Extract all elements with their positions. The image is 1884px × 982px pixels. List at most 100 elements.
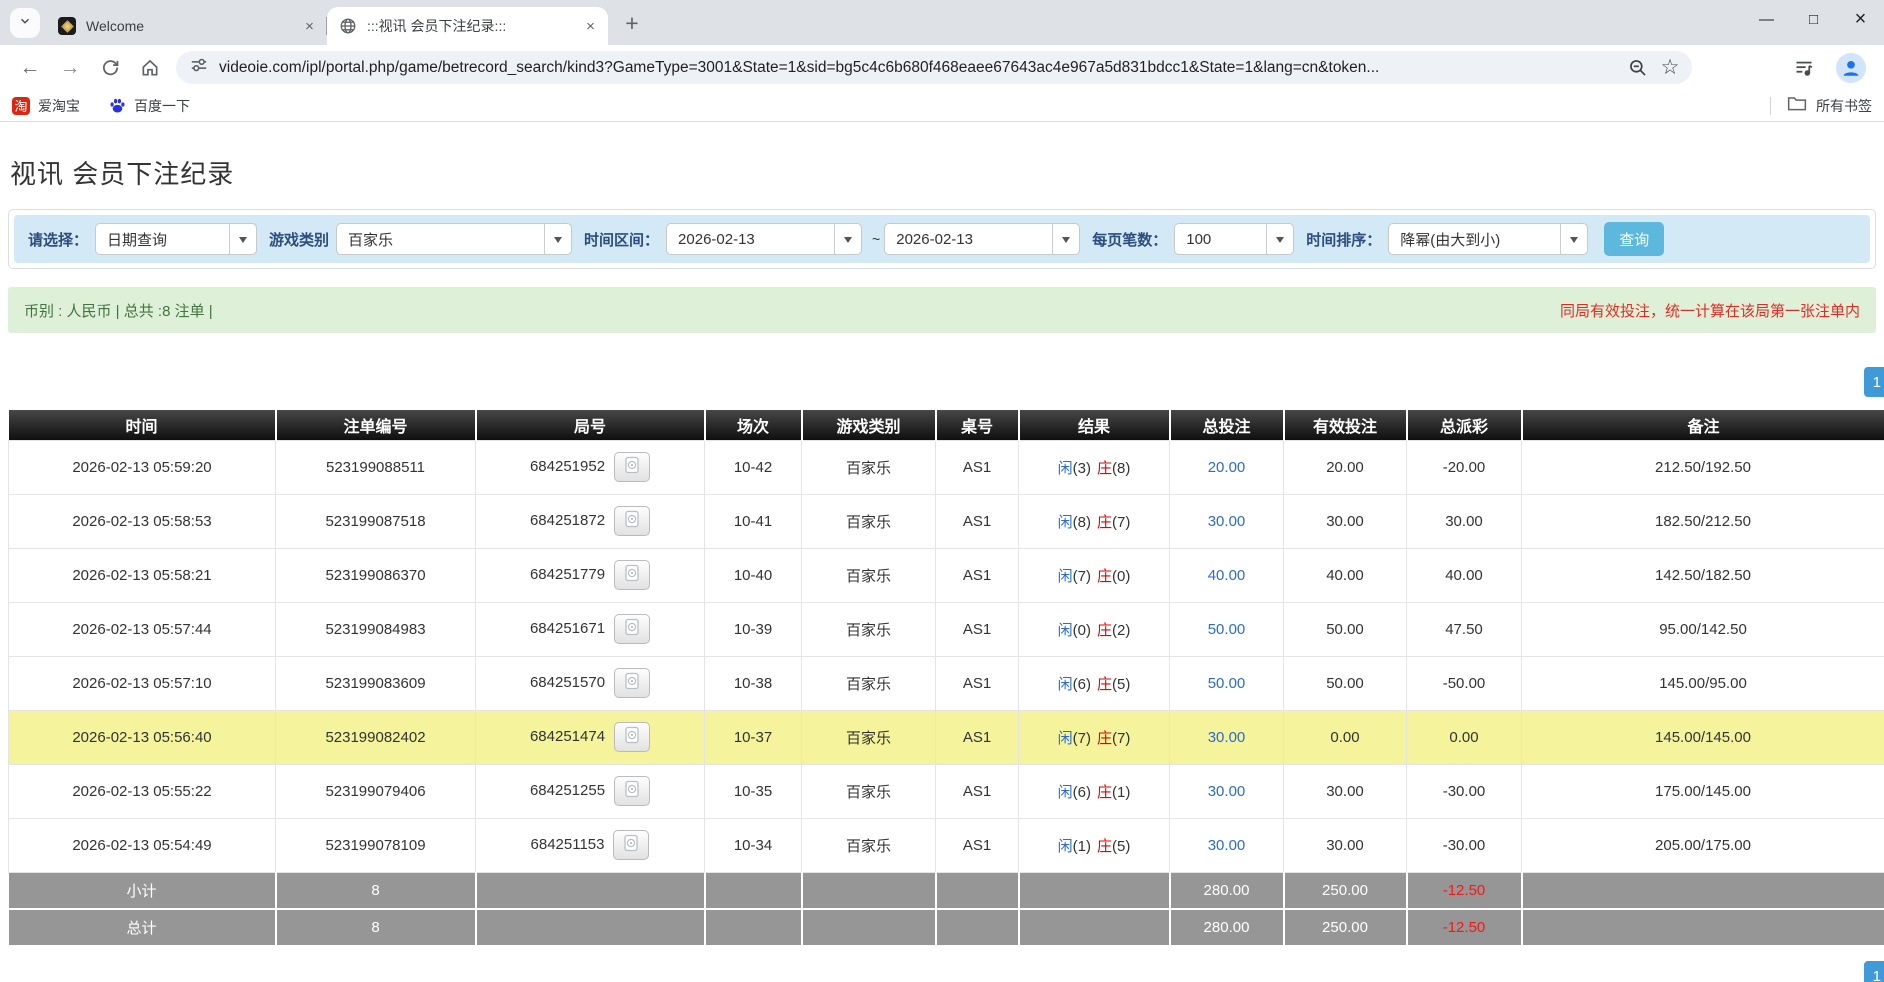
bookmark-star-icon[interactable]: ☆ — [1654, 53, 1686, 83]
tab-close-icon[interactable]: × — [300, 17, 319, 36]
footer-count-cell: 8 — [276, 909, 476, 946]
page-number-button[interactable]: 1 — [1864, 367, 1884, 397]
bet-id-cell: 523199083609 — [276, 656, 476, 710]
result-cell: 闲(3)庄(8) — [1019, 440, 1170, 494]
tab-betrecord[interactable]: :::视讯 会员下注纪录::: × — [327, 7, 608, 45]
total-bet-link[interactable]: 50.00 — [1208, 621, 1246, 638]
result-score: (5) — [1112, 838, 1130, 855]
total-bet-link[interactable]: 50.00 — [1208, 675, 1246, 692]
search-button[interactable]: 查询 — [1604, 222, 1664, 256]
page-size-label: 每页笔数： — [1092, 229, 1167, 250]
banker-result: 庄 — [1097, 568, 1112, 585]
round-cell: 684251474 — [476, 710, 705, 764]
table-no-cell: AS1 — [936, 710, 1019, 764]
result-cell: 闲(7)庄(0) — [1019, 548, 1170, 602]
video-replay-button[interactable] — [614, 722, 650, 752]
player-result: 闲 — [1058, 460, 1073, 477]
total-bet-link[interactable]: 30.00 — [1208, 513, 1246, 530]
all-bookmarks-label[interactable]: 所有书签 — [1816, 96, 1872, 116]
total-bet-link[interactable]: 40.00 — [1208, 567, 1246, 584]
remark-cell: 182.50/212.50 — [1522, 494, 1884, 548]
table-row: 2026-02-13 05:57:10523199083609684251570… — [9, 656, 1884, 710]
payout-cell: 40.00 — [1407, 548, 1522, 602]
new-tab-button[interactable]: + — [616, 7, 648, 39]
taobao-icon: 淘 — [12, 97, 30, 115]
table-no-cell: AS1 — [936, 548, 1019, 602]
table-row: 2026-02-13 05:58:21523199086370684251779… — [9, 548, 1884, 602]
date-from-picker[interactable]: 2026-02-13 — [666, 223, 862, 255]
forward-button[interactable]: → — [52, 50, 88, 86]
page-number-button[interactable]: 1 — [1864, 961, 1884, 982]
video-replay-button[interactable] — [614, 614, 650, 644]
col-header-payout: 总派彩 — [1407, 410, 1522, 440]
bookmark-aitaobao[interactable]: 淘 爱淘宝 — [12, 96, 80, 116]
date-to-picker[interactable]: 2026-02-13 — [884, 223, 1080, 255]
bet-id-cell: 523199087518 — [276, 494, 476, 548]
session-cell: 10-41 — [705, 494, 802, 548]
result-score: (7) — [1073, 568, 1091, 585]
minimize-button[interactable]: — — [1743, 0, 1790, 38]
video-replay-button[interactable] — [614, 506, 650, 536]
page-size-dropdown[interactable]: 100 — [1174, 223, 1294, 255]
sort-order-dropdown[interactable]: 降幂(由大到小) — [1388, 223, 1588, 255]
media-controls-icon[interactable] — [1786, 50, 1822, 86]
game-type-cell: 百家乐 — [802, 602, 936, 656]
dropdown-arrow-icon[interactable] — [544, 224, 571, 254]
total-bet-link[interactable]: 30.00 — [1208, 729, 1246, 746]
valid-bet-cell: 30.00 — [1284, 494, 1407, 548]
player-result: 闲 — [1058, 568, 1073, 585]
site-controls-icon[interactable] — [190, 56, 208, 79]
url-bar[interactable]: videoie.com/ipl/portal.php/game/betrecor… — [176, 51, 1692, 84]
tab-close-icon[interactable]: × — [581, 17, 600, 36]
dropdown-arrow-icon[interactable] — [1052, 224, 1079, 254]
query-type-dropdown[interactable]: 日期查询 — [95, 223, 257, 255]
remark-cell: 145.00/145.00 — [1522, 710, 1884, 764]
reload-button[interactable] — [92, 50, 128, 86]
footer-empty-cell — [1522, 909, 1884, 946]
close-button[interactable]: × — [1837, 0, 1884, 38]
video-replay-button[interactable] — [614, 668, 650, 698]
video-replay-button[interactable] — [614, 452, 650, 482]
back-button[interactable]: ← — [12, 50, 48, 86]
game-type-label: 游戏类别 — [269, 229, 329, 250]
date-range-tilde: ~ — [872, 231, 880, 247]
film-icon — [622, 510, 642, 532]
result-score: (8) — [1112, 460, 1130, 477]
dropdown-arrow-icon[interactable] — [229, 224, 256, 254]
maximize-button[interactable]: □ — [1790, 0, 1837, 38]
footer-total-bet-cell: 280.00 — [1170, 872, 1284, 909]
total-bet-link[interactable]: 30.00 — [1208, 837, 1246, 854]
remark-cell: 95.00/142.50 — [1522, 602, 1884, 656]
video-replay-button[interactable] — [613, 830, 649, 860]
valid-bet-cell: 20.00 — [1284, 440, 1407, 494]
col-header-game-type: 游戏类别 — [802, 410, 936, 440]
profile-avatar[interactable] — [1836, 53, 1866, 83]
bet-id-cell: 523199088511 — [276, 440, 476, 494]
valid-bet-cell: 50.00 — [1284, 656, 1407, 710]
bookmark-baidu[interactable]: 百度一下 — [108, 96, 190, 116]
dropdown-arrow-icon[interactable] — [1266, 224, 1293, 254]
tab-welcome[interactable]: Welcome × — [46, 7, 327, 45]
zoom-out-icon[interactable] — [1622, 53, 1654, 83]
video-replay-button[interactable] — [614, 560, 650, 590]
round-number: 684251255 — [530, 782, 605, 799]
dropdown-arrow-icon[interactable] — [834, 224, 861, 254]
video-replay-button[interactable] — [614, 776, 650, 806]
dropdown-arrow-icon[interactable] — [1560, 224, 1587, 254]
total-bet-link[interactable]: 20.00 — [1208, 459, 1246, 476]
col-header-valid-bet: 有效投注 — [1284, 410, 1407, 440]
total-bet-link[interactable]: 30.00 — [1208, 783, 1246, 800]
banker-result: 庄 — [1097, 622, 1112, 639]
tab-search-button[interactable] — [10, 8, 40, 38]
home-button[interactable] — [132, 50, 168, 86]
footer-empty-cell — [802, 872, 936, 909]
col-header-round: 局号 — [476, 410, 705, 440]
game-type-dropdown[interactable]: 百家乐 — [336, 223, 572, 255]
bookmarks-divider — [1770, 97, 1771, 115]
remark-cell: 212.50/192.50 — [1522, 440, 1884, 494]
session-cell: 10-42 — [705, 440, 802, 494]
player-result: 闲 — [1058, 730, 1073, 747]
footer-empty-cell — [802, 909, 936, 946]
round-cell: 684251952 — [476, 440, 705, 494]
round-cell: 684251872 — [476, 494, 705, 548]
